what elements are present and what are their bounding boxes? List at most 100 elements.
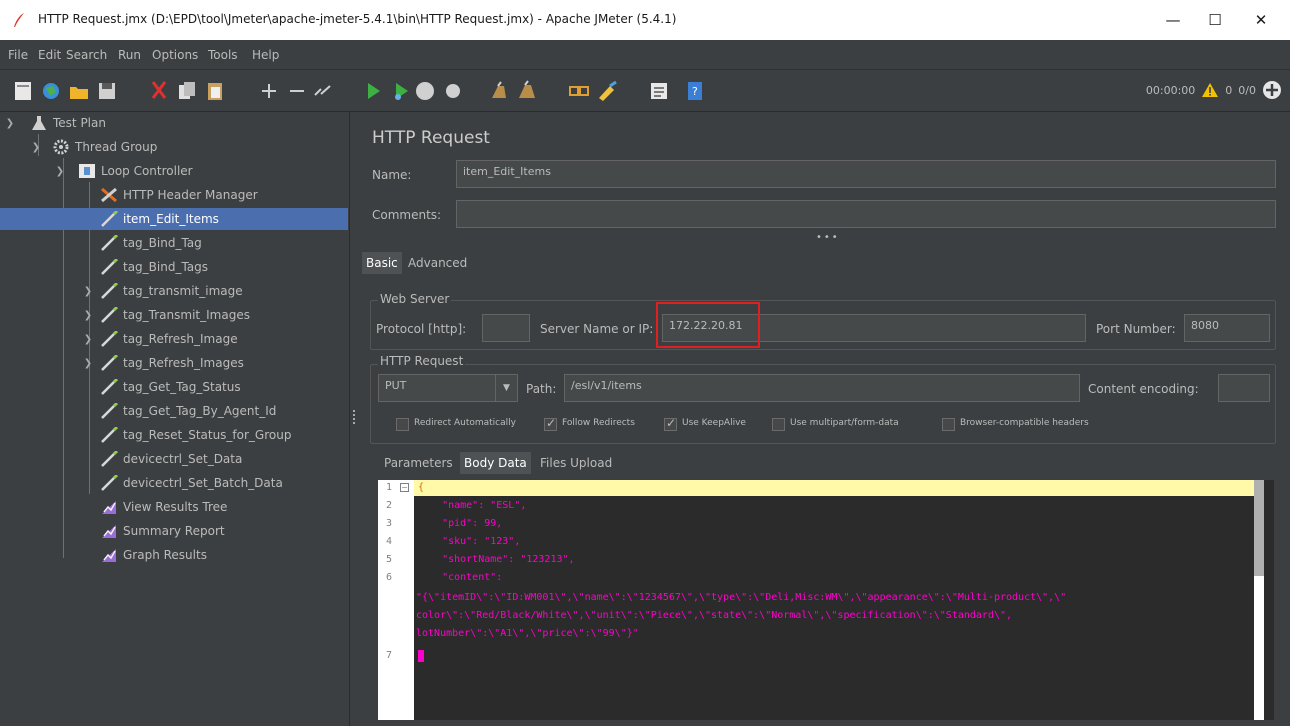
redirect-automatically-checkbox[interactable] bbox=[396, 418, 409, 431]
open-icon[interactable] bbox=[68, 80, 90, 102]
port-input[interactable]: 8080 bbox=[1184, 314, 1270, 342]
menu-help[interactable]: Help bbox=[252, 48, 279, 62]
body-data-editor[interactable]: 1 2 3 4 5 6 7 − { "name": "ESL", "pid": … bbox=[378, 480, 1274, 720]
name-input[interactable]: item_Edit_Items bbox=[456, 160, 1276, 188]
tree-node-devicectrl-set-batch-data[interactable]: devicectrl_Set_Batch_Data bbox=[100, 472, 346, 494]
menu-options[interactable]: Options bbox=[152, 48, 198, 62]
tree-node-test-plan[interactable]: Test Plan bbox=[30, 112, 346, 134]
tree-node-tag-get-tag-status[interactable]: tag_Get_Tag_Status bbox=[100, 376, 346, 398]
code-line: "content": bbox=[418, 572, 503, 583]
path-input[interactable]: /esl/v1/items bbox=[564, 374, 1080, 402]
collapse-arrow[interactable]: ❯ bbox=[4, 118, 16, 130]
copy-icon[interactable] bbox=[176, 80, 198, 102]
tree-node-devicectrl-set-data[interactable]: devicectrl_Set_Data bbox=[100, 448, 346, 470]
tree-node-tag-transmit-images[interactable]: tag_Transmit_Images bbox=[100, 304, 346, 326]
editor-scrollbar-thumb[interactable] bbox=[1254, 480, 1264, 576]
loop-icon bbox=[79, 164, 95, 178]
jmeter-window: HTTP Request.jmx (D:\EPD\tool\Jmeter\apa… bbox=[0, 0, 1290, 726]
tree-node-loop-controller[interactable]: Loop Controller bbox=[78, 160, 346, 182]
start-icon[interactable] bbox=[362, 80, 384, 102]
expand-arrow[interactable]: ❯ bbox=[82, 310, 94, 322]
close-button[interactable]: ✕ bbox=[1232, 0, 1290, 40]
menu-search[interactable]: Search bbox=[66, 48, 107, 62]
menu-bar: File Edit Search Run Options Tools Help bbox=[0, 40, 1290, 70]
toggle-icon[interactable] bbox=[312, 80, 334, 102]
collapse-arrow[interactable]: ❯ bbox=[54, 166, 66, 178]
tree-node-tag-reset-status-for-group[interactable]: tag_Reset_Status_for_Group bbox=[100, 424, 346, 446]
tree-node-item-edit-items[interactable]: item_Edit_Items bbox=[0, 208, 348, 230]
tree-node-view-results-tree[interactable]: View Results Tree bbox=[100, 496, 346, 518]
pipette-icon bbox=[101, 331, 118, 347]
current-line-highlight bbox=[414, 480, 1264, 496]
tab-files-upload[interactable]: Files Upload bbox=[536, 452, 616, 474]
chevron-down-icon[interactable]: ▼ bbox=[495, 375, 517, 401]
tree-node-thread-group[interactable]: Thread Group bbox=[52, 136, 346, 158]
code-line: "shortName": "123213", bbox=[418, 554, 575, 565]
tree-node-tag-bind-tags[interactable]: tag_Bind_Tags bbox=[100, 256, 346, 278]
menu-run[interactable]: Run bbox=[118, 48, 141, 62]
method-select[interactable]: PUT ▼ bbox=[378, 374, 518, 402]
menu-file[interactable]: File bbox=[8, 48, 28, 62]
protocol-input[interactable] bbox=[482, 314, 530, 342]
tree-node-tag-refresh-image[interactable]: tag_Refresh_Image bbox=[100, 328, 346, 350]
code-line: "sku": "123", bbox=[418, 536, 521, 547]
collapse-arrow[interactable]: ❯ bbox=[30, 142, 42, 154]
cut-icon[interactable] bbox=[148, 80, 170, 102]
use-keepalive-checkbox[interactable] bbox=[664, 416, 677, 431]
splitter-handle[interactable] bbox=[353, 410, 355, 424]
tree-node-tag-bind-tag[interactable]: tag_Bind_Tag bbox=[100, 232, 346, 254]
tab-advanced[interactable]: Advanced bbox=[404, 252, 471, 274]
remote-icon[interactable] bbox=[1262, 80, 1282, 100]
tree-node-tag-get-tag-by-agent-id[interactable]: tag_Get_Tag_By_Agent_Id bbox=[100, 400, 346, 422]
paste-icon[interactable] bbox=[204, 80, 226, 102]
code-line: color\":\"Red/Black/White\",\"unit\":\"P… bbox=[416, 610, 1013, 621]
reset-search-icon[interactable] bbox=[596, 80, 618, 102]
jmeter-feather-icon bbox=[14, 13, 24, 27]
expand-arrow[interactable]: ❯ bbox=[82, 358, 94, 370]
expand-arrow[interactable]: ❯ bbox=[82, 334, 94, 346]
function-helper-icon[interactable] bbox=[648, 80, 670, 102]
tree-node-graph-results[interactable]: Graph Results bbox=[100, 544, 346, 566]
help-icon[interactable]: ? bbox=[684, 80, 706, 102]
use-multipart-checkbox[interactable] bbox=[772, 418, 785, 431]
stop-icon[interactable] bbox=[414, 80, 436, 102]
pipette-icon bbox=[101, 235, 118, 251]
browser-compatible-checkbox[interactable] bbox=[942, 418, 955, 431]
search-icon[interactable] bbox=[568, 80, 590, 102]
start-no-pauses-icon[interactable] bbox=[390, 80, 412, 102]
text-cursor bbox=[418, 650, 424, 662]
divider-grip[interactable]: ••• bbox=[816, 232, 840, 243]
browser-compatible-label: Browser-compatible headers bbox=[960, 418, 1089, 428]
thread-count: 0/0 bbox=[1238, 83, 1256, 97]
tab-parameters[interactable]: Parameters bbox=[380, 452, 457, 474]
pipette-icon bbox=[101, 355, 118, 371]
clear-all-icon[interactable] bbox=[516, 80, 538, 102]
code-line: "{\"itemID\":\"ID:WM001\",\"name\":\"123… bbox=[416, 592, 1067, 603]
save-icon[interactable] bbox=[96, 80, 118, 102]
comments-input[interactable] bbox=[456, 200, 1276, 228]
expand-arrow[interactable]: ❯ bbox=[82, 286, 94, 298]
window-title: HTTP Request.jmx (D:\EPD\tool\Jmeter\apa… bbox=[38, 12, 677, 26]
warning-icon[interactable] bbox=[1201, 82, 1219, 98]
tree-node-summary-report[interactable]: Summary Report bbox=[100, 520, 346, 542]
templates-icon[interactable] bbox=[40, 80, 62, 102]
expand-all-icon[interactable] bbox=[258, 80, 280, 102]
fold-icon[interactable]: − bbox=[400, 483, 409, 492]
follow-redirects-checkbox[interactable] bbox=[544, 416, 557, 431]
tree-node-header-manager[interactable]: HTTP Header Manager bbox=[100, 184, 346, 206]
panel-title: HTTP Request bbox=[372, 128, 490, 148]
encoding-input[interactable] bbox=[1218, 374, 1270, 402]
tab-body-data[interactable]: Body Data bbox=[460, 452, 531, 474]
tree-node-tag-refresh-images[interactable]: tag_Refresh_Images bbox=[100, 352, 346, 374]
line-number: 4 bbox=[386, 536, 393, 547]
shutdown-icon[interactable] bbox=[442, 80, 464, 102]
use-multipart-label: Use multipart/form-data bbox=[790, 418, 899, 428]
tree-node-tag-transmit-image[interactable]: tag_transmit_image bbox=[100, 280, 346, 302]
collapse-all-icon[interactable] bbox=[286, 80, 308, 102]
tab-basic[interactable]: Basic bbox=[362, 252, 402, 274]
pipette-icon bbox=[101, 259, 118, 275]
clear-icon[interactable] bbox=[488, 80, 510, 102]
menu-edit[interactable]: Edit bbox=[38, 48, 61, 62]
new-icon[interactable] bbox=[12, 80, 34, 102]
menu-tools[interactable]: Tools bbox=[208, 48, 238, 62]
